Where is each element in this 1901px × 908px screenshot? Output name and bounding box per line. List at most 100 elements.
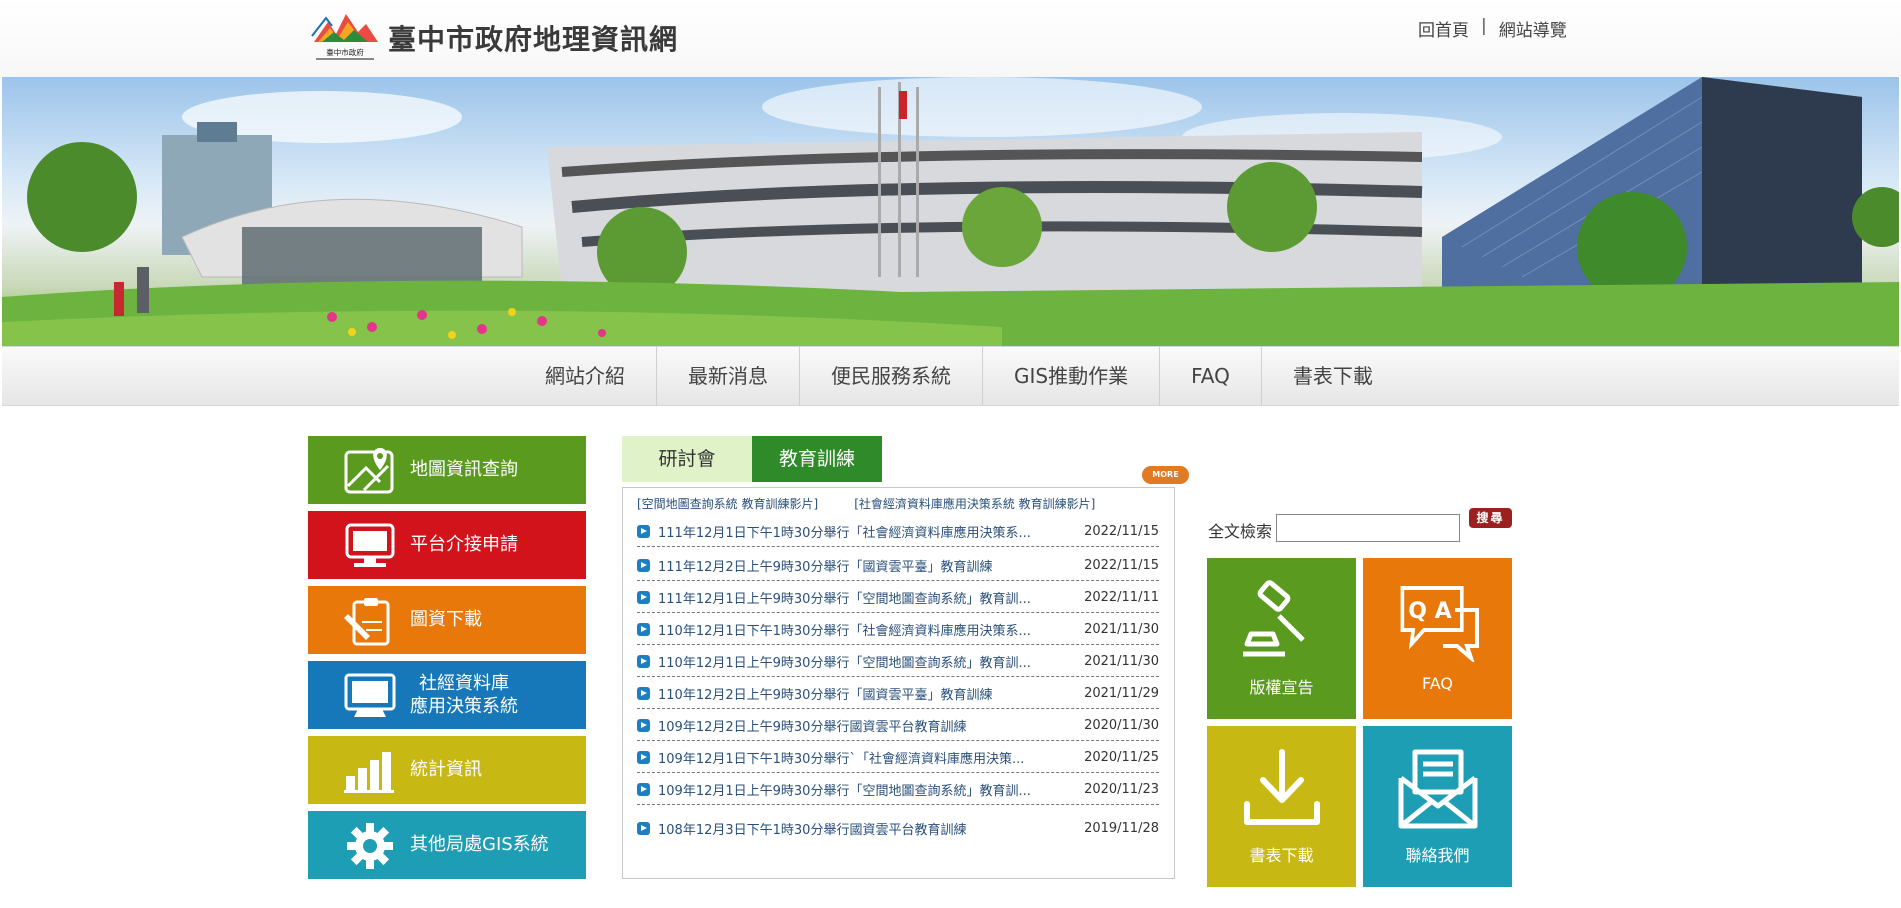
nav-item-gis[interactable]: GIS推動作業 — [983, 347, 1161, 405]
play-bullet-icon — [637, 750, 650, 764]
play-bullet-icon — [637, 654, 650, 668]
tab-training[interactable]: 教育訓練 — [752, 436, 882, 482]
gavel-icon — [1243, 580, 1305, 657]
news-row[interactable]: 111年12月1日下午1時30分舉行「社會經濟資料庫應用決策系... 2022/1… — [637, 516, 1159, 547]
menu-statistics[interactable]: 統計資訊 — [308, 736, 586, 804]
news-row[interactable]: 111年12月1日上午9時30分舉行「空間地圖查詢系統」教育訓... 2022/1… — [637, 582, 1159, 613]
search-button[interactable]: 搜尋 — [1469, 508, 1512, 528]
play-bullet-icon — [637, 718, 650, 732]
tile-faq-label: FAQ — [1422, 674, 1453, 693]
news-title[interactable]: 111年12月1日下午1時30分舉行「社會經濟資料庫應用決策系... — [658, 522, 1079, 541]
tile-copyright[interactable]: 版權宣告 — [1207, 558, 1356, 719]
news-row[interactable]: 110年12月1日下午1時30分舉行「社會經濟資料庫應用決策系... 2021/1… — [637, 614, 1159, 645]
menu-socioeconomic-label-line2: 應用決策系統 — [410, 696, 518, 717]
nav-item-services[interactable]: 便民服務系統 — [800, 347, 983, 405]
menu-socioeconomic-label: 社經資料庫 應用決策系統 — [410, 661, 518, 729]
video-link-socioeconomic[interactable]: [社會經濟資料庫應用決策系統 教育訓練影片] — [854, 495, 1095, 512]
full-text-search: 全文檢索 搜尋 — [1208, 508, 1512, 548]
map-pin-icon — [344, 448, 394, 494]
news-title[interactable]: 109年12月2日上午9時30分舉行國資雲平台教育訓練 — [658, 716, 1079, 735]
nav-item-news[interactable]: 最新消息 — [657, 347, 800, 405]
search-input[interactable] — [1276, 514, 1460, 542]
clipboard-pen-icon — [344, 598, 390, 646]
link-separator: | — [1481, 16, 1487, 36]
news-title[interactable]: 110年12月2日上午9時30分舉行「國資雲平臺」教育訓練 — [658, 684, 1079, 703]
tile-form-download-label: 書表下載 — [1249, 846, 1314, 865]
play-bullet-icon — [637, 558, 650, 572]
top-header: 臺中市政府 臺中市政府地理資訊網 回首頁 | 網站導覽 — [0, 0, 1901, 77]
site-title: 臺中市政府地理資訊網 — [388, 23, 679, 56]
menu-map-download-label: 圖資下載 — [410, 609, 482, 631]
news-date: 2022/11/15 — [1084, 557, 1159, 573]
news-row[interactable]: 111年12月2日上午9時30分舉行「國資雲平臺」教育訓練 2022/11/15 — [637, 550, 1159, 581]
news-title[interactable]: 109年12月1日下午1時30分舉行`「社會經濟資料庫應用決策... — [658, 748, 1079, 767]
news-row[interactable]: 110年12月2日上午9時30分舉行「國資雲平臺」教育訓練 2021/11/29 — [637, 678, 1159, 709]
news-row[interactable]: 109年12月1日上午9時30分舉行「空間地圖查詢系統」教育訓... 2020/1… — [637, 774, 1159, 805]
menu-socioeconomic-system[interactable]: 社經資料庫 應用決策系統 — [308, 661, 586, 729]
news-date: 2022/11/11 — [1084, 589, 1159, 605]
news-date: 2020/11/23 — [1084, 781, 1159, 797]
main-nav: 網站介紹 最新消息 便民服務系統 GIS推動作業 FAQ 書表下載 — [2, 346, 1899, 406]
menu-map-query[interactable]: 地圖資訊查詢 — [308, 436, 586, 504]
menu-other-gis[interactable]: 其他局處GIS系統 — [308, 811, 586, 879]
svg-text:Q A: Q A — [1408, 599, 1451, 624]
menu-map-query-label: 地圖資訊查詢 — [410, 459, 518, 481]
banner-image — [2, 77, 1899, 346]
nav-item-faq[interactable]: FAQ — [1160, 347, 1262, 405]
menu-other-gis-label: 其他局處GIS系統 — [410, 834, 549, 856]
mail-icon — [1398, 749, 1478, 829]
training-video-links: [空間地圖查詢系統 教育訓練影片] [社會經濟資料庫應用決策系統 教育訓練影片] — [637, 495, 1095, 512]
quick-link-tiles: 版權宣告 Q A FAQ 書表下載 聯絡我們 — [1207, 558, 1513, 887]
search-label: 全文檢索 — [1208, 522, 1273, 541]
news-title[interactable]: 110年12月1日上午9時30分舉行「空間地圖查詢系統」教育訓... — [658, 652, 1079, 671]
news-tabs: 研討會 教育訓練 — [622, 436, 882, 482]
more-button[interactable]: MORE — [1142, 466, 1189, 484]
tab-seminar[interactable]: 研討會 — [622, 436, 752, 482]
tile-contact[interactable]: 聯絡我們 — [1363, 726, 1512, 887]
news-row[interactable]: 109年12月2日上午9時30分舉行國資雲平台教育訓練 2020/11/30 — [637, 710, 1159, 741]
svg-text:臺中市政府: 臺中市政府 — [326, 47, 364, 57]
nav-item-about[interactable]: 網站介紹 — [514, 347, 657, 405]
sitemap-link[interactable]: 網站導覽 — [1499, 16, 1567, 41]
tile-copyright-label: 版權宣告 — [1249, 678, 1314, 697]
qa-chat-icon: Q A — [1400, 586, 1479, 662]
menu-platform-apply-label: 平台介接申請 — [410, 534, 518, 556]
taichung-logo[interactable]: 臺中市政府 — [308, 8, 382, 64]
video-link-map-query[interactable]: [空間地圖查詢系統 教育訓練影片] — [637, 495, 818, 512]
play-bullet-icon — [637, 782, 650, 796]
news-title[interactable]: 110年12月1日下午1時30分舉行「社會經濟資料庫應用決策系... — [658, 620, 1079, 639]
menu-platform-apply[interactable]: 平台介接申請 — [308, 511, 586, 579]
menu-map-download[interactable]: 圖資下載 — [308, 586, 586, 654]
news-list-panel: [空間地圖查詢系統 教育訓練影片] [社會經濟資料庫應用決策系統 教育訓練影片]… — [622, 487, 1175, 879]
news-title[interactable]: 108年12月3日下午1時30分舉行國資雲平台教育訓練 — [658, 819, 1079, 838]
news-row[interactable]: 108年12月3日下午1時30分舉行國資雲平台教育訓練 2019/11/28 — [637, 813, 1159, 844]
play-bullet-icon — [637, 822, 650, 835]
news-title[interactable]: 109年12月1日上午9時30分舉行「空間地圖查詢系統」教育訓... — [658, 780, 1079, 799]
bar-chart-icon — [344, 752, 394, 793]
home-link[interactable]: 回首頁 — [1418, 16, 1469, 41]
play-bullet-icon — [637, 686, 650, 700]
tile-contact-label: 聯絡我們 — [1405, 846, 1470, 865]
left-menu: 地圖資訊查詢 平台介接申請 圖資下載 社經資料庫 應用決策系統 統計資訊 其他局… — [308, 436, 586, 886]
tile-faq[interactable]: Q A FAQ — [1363, 558, 1512, 719]
gear-icon — [347, 823, 393, 869]
play-bullet-icon — [637, 524, 650, 538]
tile-form-download[interactable]: 書表下載 — [1207, 726, 1356, 887]
menu-statistics-label: 統計資訊 — [410, 759, 482, 781]
computer-icon — [344, 673, 396, 717]
news-date: 2021/11/30 — [1084, 621, 1159, 637]
nav-item-forms[interactable]: 書表下載 — [1262, 347, 1404, 405]
news-date: 2022/11/15 — [1084, 523, 1159, 539]
news-date: 2020/11/30 — [1084, 717, 1159, 733]
news-title[interactable]: 111年12月1日上午9時30分舉行「空間地圖查詢系統」教育訓... — [658, 588, 1079, 607]
play-bullet-icon — [637, 590, 650, 604]
download-icon — [1244, 749, 1320, 825]
news-row[interactable]: 109年12月1日下午1時30分舉行`「社會經濟資料庫應用決策... 2020/1… — [637, 742, 1159, 773]
news-date: 2020/11/25 — [1084, 749, 1159, 765]
menu-socioeconomic-label-line1: 社經資料庫 — [419, 672, 509, 694]
news-title[interactable]: 111年12月2日上午9時30分舉行「國資雲平臺」教育訓練 — [658, 556, 1079, 575]
top-links: 回首頁 | 網站導覽 — [1418, 16, 1567, 41]
news-row[interactable]: 110年12月1日上午9時30分舉行「空間地圖查詢系統」教育訓... 2021/1… — [637, 646, 1159, 677]
news-date: 2021/11/30 — [1084, 653, 1159, 669]
news-date: 2021/11/29 — [1084, 685, 1159, 701]
